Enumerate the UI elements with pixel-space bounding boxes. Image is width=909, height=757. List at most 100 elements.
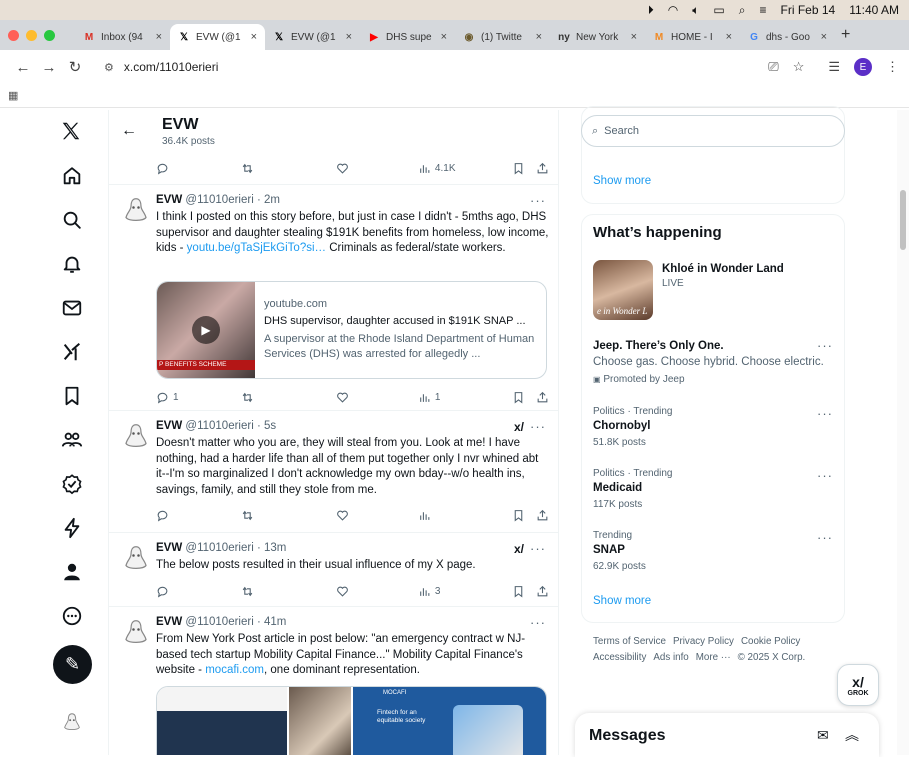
bookmark-star-icon[interactable]: ☆ xyxy=(793,59,805,75)
messages-envelope-icon[interactable] xyxy=(60,296,84,320)
views-button[interactable]: 1 xyxy=(418,391,512,404)
reply-button[interactable] xyxy=(156,585,241,598)
share-button[interactable] xyxy=(536,509,549,522)
bookmarks-icon[interactable] xyxy=(60,384,84,408)
forward-button[interactable]: → xyxy=(36,59,62,76)
link-preview-card[interactable]: ▶ P BENEFITS SCHEME youtube.com DHS supe… xyxy=(156,281,547,379)
close-tab-icon[interactable]: × xyxy=(536,31,542,43)
reply-button[interactable] xyxy=(156,509,241,522)
grok-icon[interactable] xyxy=(60,340,84,364)
trend-name[interactable]: Medicaid xyxy=(593,482,642,494)
trend-more-icon[interactable]: ··· xyxy=(817,468,833,483)
site-info-icon[interactable]: ⚙ xyxy=(104,61,114,74)
battery-icon[interactable]: ▭ xyxy=(713,0,724,20)
tweet-handle[interactable]: @11010erieri xyxy=(185,194,253,206)
promo-title[interactable]: Jeep. There’s Only One. xyxy=(593,340,724,352)
browser-tab[interactable]: 𝕏 EVW (@1 × xyxy=(265,24,360,50)
tweet-author-name[interactable]: EVW xyxy=(156,616,182,628)
tweet-more-icon[interactable]: ··· xyxy=(530,419,546,434)
reply-button[interactable] xyxy=(156,162,241,175)
repost-button[interactable] xyxy=(241,585,335,598)
show-more-trends-link[interactable]: Show more xyxy=(593,595,651,607)
trend-more-icon[interactable]: ··· xyxy=(817,530,833,545)
play-status-icon[interactable]: ⏵ xyxy=(648,0,654,20)
back-button[interactable]: ← xyxy=(10,59,36,76)
tweet[interactable]: EVW @11010erieri · 5s x/ ··· Doesn't mat… xyxy=(109,410,558,532)
close-tab-icon[interactable]: × xyxy=(251,31,257,43)
trend-more-icon[interactable]: ··· xyxy=(817,406,833,421)
browser-tab[interactable]: ◉ (1) Twitte × xyxy=(455,24,550,50)
browser-tab[interactable]: Gdhs - Goo × xyxy=(740,24,835,50)
like-button[interactable] xyxy=(336,509,418,522)
communities-icon[interactable] xyxy=(60,428,84,452)
promo-more-icon[interactable]: ··· xyxy=(817,338,833,353)
close-tab-icon[interactable]: × xyxy=(156,31,162,43)
more-options-icon[interactable] xyxy=(60,604,84,628)
tweet-time[interactable]: · 13m xyxy=(257,542,286,554)
url-text[interactable]: x.com/11010erieri xyxy=(124,60,219,74)
verified-premium-icon[interactable] xyxy=(60,472,84,496)
bookmark-button[interactable] xyxy=(512,162,536,175)
live-event-image[interactable]: e in Wonder L xyxy=(593,260,653,320)
views-button[interactable]: 3 xyxy=(418,585,512,598)
grok-explain-icon[interactable]: x/ xyxy=(514,542,524,556)
close-tab-icon[interactable]: × xyxy=(441,31,447,43)
menubar-date[interactable]: Fri Feb 14 xyxy=(781,0,836,20)
tweet-author-name[interactable]: EVW xyxy=(156,194,182,206)
apps-grid-icon[interactable]: ▦ xyxy=(8,89,18,102)
volume-icon[interactable]: 🔈︎ xyxy=(692,0,699,20)
live-event-title[interactable]: Khloé in Wonder Land xyxy=(662,263,784,275)
show-more-link[interactable]: Show more xyxy=(593,175,651,187)
menubar-time[interactable]: 11:40 AM xyxy=(849,0,899,20)
reload-button[interactable]: ↻ xyxy=(62,58,88,76)
grok-explain-icon[interactable]: x/ xyxy=(514,420,524,434)
browser-tab[interactable]: M HOME - I × xyxy=(645,24,740,50)
repost-button[interactable] xyxy=(241,162,335,175)
bookmark-button[interactable] xyxy=(512,585,536,598)
maximize-window-button[interactable] xyxy=(44,29,55,41)
tweet[interactable]: EVW @11010erieri · 41m ··· From New York… xyxy=(109,606,558,755)
browser-tab[interactable]: M Inbox (94 × xyxy=(75,24,170,50)
views-button[interactable] xyxy=(418,509,512,522)
bookmark-button[interactable] xyxy=(512,391,536,404)
browser-menu-icon[interactable]: ⋮ xyxy=(886,59,899,75)
cookie-link[interactable]: Cookie Policy xyxy=(741,636,800,647)
tweet-link[interactable]: mocafi.com xyxy=(205,664,264,676)
reply-button[interactable]: 1 xyxy=(156,391,241,404)
close-tab-icon[interactable]: × xyxy=(346,31,352,43)
share-button[interactable] xyxy=(536,585,549,598)
messages-drawer[interactable]: Messages ✉ ︽ xyxy=(575,713,879,757)
account-avatar-icon[interactable] xyxy=(58,708,86,736)
terms-link[interactable]: Terms of Service xyxy=(593,636,666,647)
trend-name[interactable]: SNAP xyxy=(593,544,625,556)
control-center-icon[interactable]: ≡ xyxy=(759,0,766,20)
repost-button[interactable] xyxy=(241,391,335,404)
x-logo-icon[interactable] xyxy=(59,119,83,143)
tweet-time[interactable]: · 5s xyxy=(257,420,276,432)
tweet-author-name[interactable]: EVW xyxy=(156,542,182,554)
home-icon[interactable] xyxy=(60,164,84,188)
privacy-link[interactable]: Privacy Policy xyxy=(673,636,734,647)
footer-more-link[interactable]: More ··· xyxy=(696,652,731,663)
tweet-time[interactable]: · 2m xyxy=(257,194,280,206)
lightning-icon[interactable] xyxy=(60,516,84,540)
browser-tab[interactable]: 𝕏 EVW (@1 × xyxy=(170,24,265,50)
cast-icon[interactable]: ⎚ xyxy=(768,59,778,75)
media-image-photo[interactable] xyxy=(289,687,351,755)
media-image-article[interactable] xyxy=(157,687,287,755)
new-message-icon[interactable]: ✉ xyxy=(817,727,829,744)
tweet-avatar[interactable] xyxy=(121,421,151,451)
url-bar[interactable]: ⚙ x.com/11010erieri xyxy=(96,54,769,80)
close-tab-icon[interactable]: × xyxy=(821,31,827,43)
tweet-more-icon[interactable]: ··· xyxy=(530,541,546,556)
tweet-link[interactable]: youtu.be/gTaSjEkGiTo?si… xyxy=(187,242,326,254)
tweet[interactable]: EVW @11010erieri · 13m x/ ··· The below … xyxy=(109,532,558,606)
grok-floating-button[interactable]: x/ GROK xyxy=(837,664,879,706)
expand-chevron-icon[interactable]: ︽ xyxy=(845,725,859,745)
tweet-time[interactable]: · 41m xyxy=(257,616,286,628)
tweet-more-icon[interactable]: ··· xyxy=(530,193,546,208)
profile-avatar[interactable]: E xyxy=(854,58,872,76)
bookmark-button[interactable] xyxy=(512,509,536,522)
explore-search-icon[interactable] xyxy=(60,208,84,232)
tweet-media-grid[interactable]: MOCAFI Fintech for an equitable society xyxy=(156,686,547,755)
